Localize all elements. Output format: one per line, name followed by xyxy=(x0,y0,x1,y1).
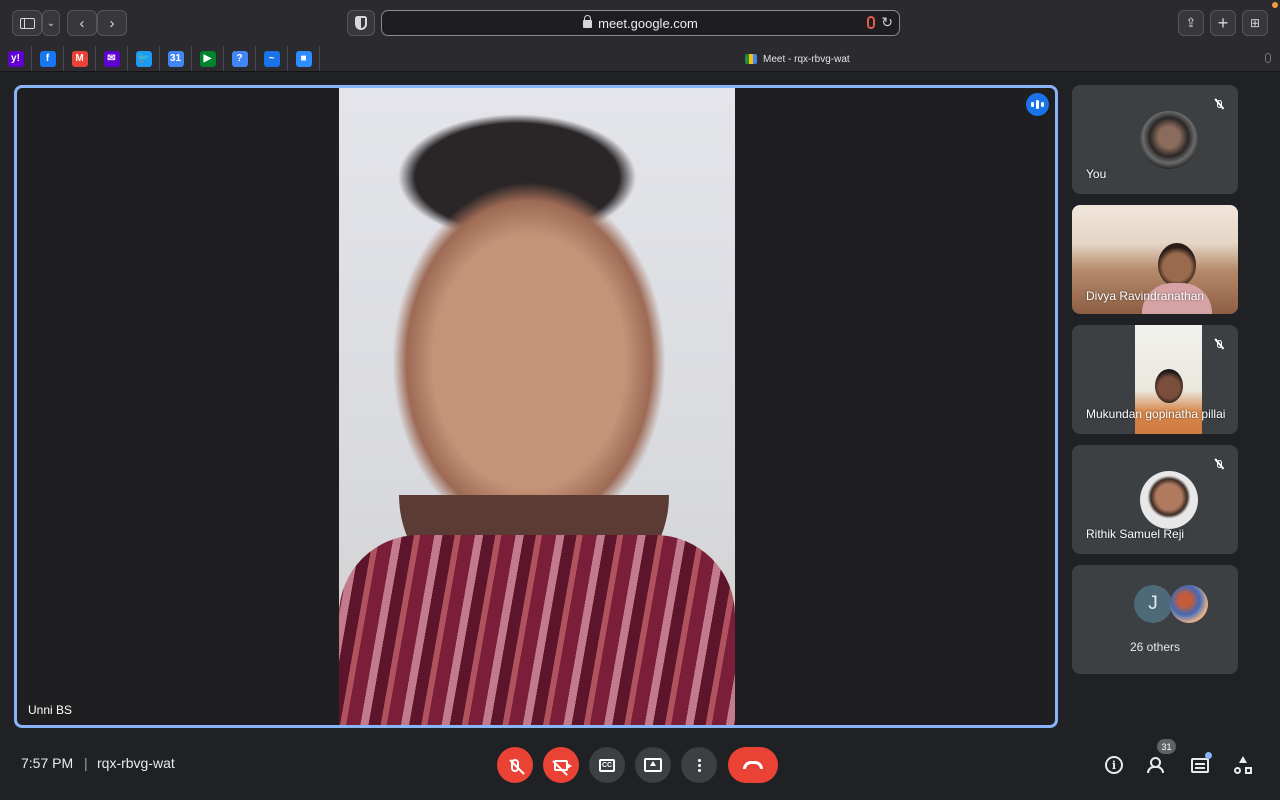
yahoo-icon: y! xyxy=(7,50,24,67)
google-calendar-icon: 31 xyxy=(167,50,184,67)
participant-tile-rithik[interactable]: Rithik Samuel Reji xyxy=(1072,445,1238,554)
hang-up-icon xyxy=(743,761,763,769)
zoom-icon: ■ xyxy=(295,50,312,67)
mic-off-icon xyxy=(1209,334,1229,354)
people-count-badge: 31 xyxy=(1157,739,1176,754)
toggle-microphone-button[interactable] xyxy=(497,747,533,783)
google-meet-icon: ▶ xyxy=(199,50,216,67)
back-button[interactable]: ‹ xyxy=(67,10,97,36)
closed-captions-icon: CC xyxy=(599,758,615,772)
participant-video xyxy=(1158,243,1196,287)
google-keep-icon: ? xyxy=(231,50,248,67)
twitter-icon: 🐦 xyxy=(135,50,152,67)
present-icon xyxy=(644,758,662,772)
favorites-bar: y! f M ✉ 🐦 31 ▶? ~ ■ Meet - rqx-rbvg-wat xyxy=(0,46,1280,72)
bookmark-google-calendar[interactable]: 31 xyxy=(160,46,192,71)
grid-icon: ⊞ xyxy=(1249,16,1261,30)
tab-group-dropdown-button[interactable]: ⌄ xyxy=(42,10,60,36)
new-tab-button[interactable]: + xyxy=(1210,10,1236,36)
main-speaker-video xyxy=(339,88,735,725)
participant-tile-self[interactable]: You xyxy=(1072,85,1238,194)
mic-off-icon xyxy=(1209,454,1229,474)
stocks-icon: ~ xyxy=(263,50,280,67)
bookmark-yahoo[interactable]: y! xyxy=(0,46,32,71)
sidebar-toggle-button[interactable] xyxy=(12,10,42,36)
yahoo-mail-icon: ✉ xyxy=(103,50,120,67)
bookmark-zoom[interactable]: ■ xyxy=(288,46,320,71)
meeting-details-button[interactable]: i xyxy=(1103,754,1125,776)
microphone-in-use-icon[interactable] xyxy=(867,16,875,29)
info-icon: i xyxy=(1105,756,1123,774)
bookmark-google-keep[interactable]: ? xyxy=(224,46,256,71)
toggle-camera-button[interactable] xyxy=(543,747,579,783)
speaking-indicator-icon xyxy=(1026,93,1049,116)
privacy-report-button[interactable] xyxy=(347,10,375,36)
share-button[interactable]: ⇪ xyxy=(1178,10,1204,36)
plus-icon: + xyxy=(1217,12,1229,33)
more-options-button[interactable] xyxy=(681,747,717,783)
camera-off-icon xyxy=(554,759,572,771)
leave-call-button[interactable] xyxy=(728,747,778,783)
avatar xyxy=(1170,585,1208,623)
google-meet-icon xyxy=(745,54,757,64)
bookmark-facebook[interactable]: f xyxy=(32,46,64,71)
active-tab[interactable]: Meet - rqx-rbvg-wat xyxy=(745,50,850,68)
others-count: 26 others xyxy=(1129,640,1181,654)
bookmark-yahoo-mail[interactable]: ✉ xyxy=(96,46,128,71)
chevron-down-icon: ⌄ xyxy=(46,17,56,29)
facebook-icon: f xyxy=(39,50,56,67)
shield-icon xyxy=(355,16,367,30)
people-button[interactable] xyxy=(1146,754,1168,776)
mic-off-icon xyxy=(1209,94,1229,114)
participant-tile-mukundan[interactable]: Mukundan gopinatha pillai xyxy=(1072,325,1238,434)
tab-title: Meet - rqx-rbvg-wat xyxy=(763,53,850,65)
participant-name: Rithik Samuel Reji xyxy=(1086,527,1185,541)
gmail-icon: M xyxy=(71,50,88,67)
notification-dot xyxy=(1272,2,1278,8)
bookmark-google-meet[interactable]: ▶ xyxy=(192,46,224,71)
share-icon: ⇪ xyxy=(1185,15,1197,30)
chevron-right-icon: › xyxy=(109,14,115,32)
reload-icon[interactable]: ↻ xyxy=(881,14,893,31)
address-bar[interactable]: meet.google.com ↻ xyxy=(381,10,900,36)
sidebar-icon xyxy=(19,17,35,29)
participant-tile-divya[interactable]: Divya Ravindranathan xyxy=(1072,205,1238,314)
browser-toolbar: ⌄ ‹ › meet.google.com ↻ ⇪ + ⊞ xyxy=(0,0,1280,46)
participant-name: Divya Ravindranathan xyxy=(1086,289,1205,303)
activities-button[interactable] xyxy=(1232,754,1254,776)
others-tile[interactable]: J 26 others xyxy=(1072,565,1238,674)
meeting-control-bar: 7:57 PM | rqx-rbvg-wat CC i 31 xyxy=(0,728,1280,800)
captions-button[interactable]: CC xyxy=(589,747,625,783)
present-screen-button[interactable] xyxy=(635,747,671,783)
meeting-code: rqx-rbvg-wat xyxy=(97,755,175,771)
people-icon xyxy=(1147,757,1167,773)
video-shirt xyxy=(339,535,735,725)
tab-overview-button[interactable]: ⊞ xyxy=(1242,10,1268,36)
avatar: J xyxy=(1134,585,1172,623)
chat-notification-dot xyxy=(1205,752,1212,759)
main-speaker-tile[interactable]: Unni BS xyxy=(14,85,1058,728)
url-text: meet.google.com xyxy=(598,15,698,31)
bookmark-gmail[interactable]: M xyxy=(64,46,96,71)
forward-button[interactable]: › xyxy=(97,10,127,36)
activities-icon xyxy=(1234,756,1252,774)
participant-name: Mukundan gopinatha pillai xyxy=(1086,407,1226,421)
more-vert-icon xyxy=(697,758,701,772)
chevron-left-icon: ‹ xyxy=(79,14,85,32)
main-speaker-name: Unni BS xyxy=(28,703,73,717)
meeting-time: 7:57 PM xyxy=(21,755,74,771)
mic-off-icon xyxy=(511,758,519,772)
bookmark-stocks[interactable]: ~ xyxy=(256,46,288,71)
bookmark-twitter[interactable]: 🐦 xyxy=(128,46,160,71)
meeting-separator: | xyxy=(84,755,88,771)
participant-name: You xyxy=(1086,167,1107,181)
avatar xyxy=(1140,111,1198,169)
tab-microphone-icon xyxy=(1265,53,1271,63)
lock-icon xyxy=(583,15,593,28)
chat-icon xyxy=(1191,757,1209,773)
avatar xyxy=(1140,471,1198,529)
